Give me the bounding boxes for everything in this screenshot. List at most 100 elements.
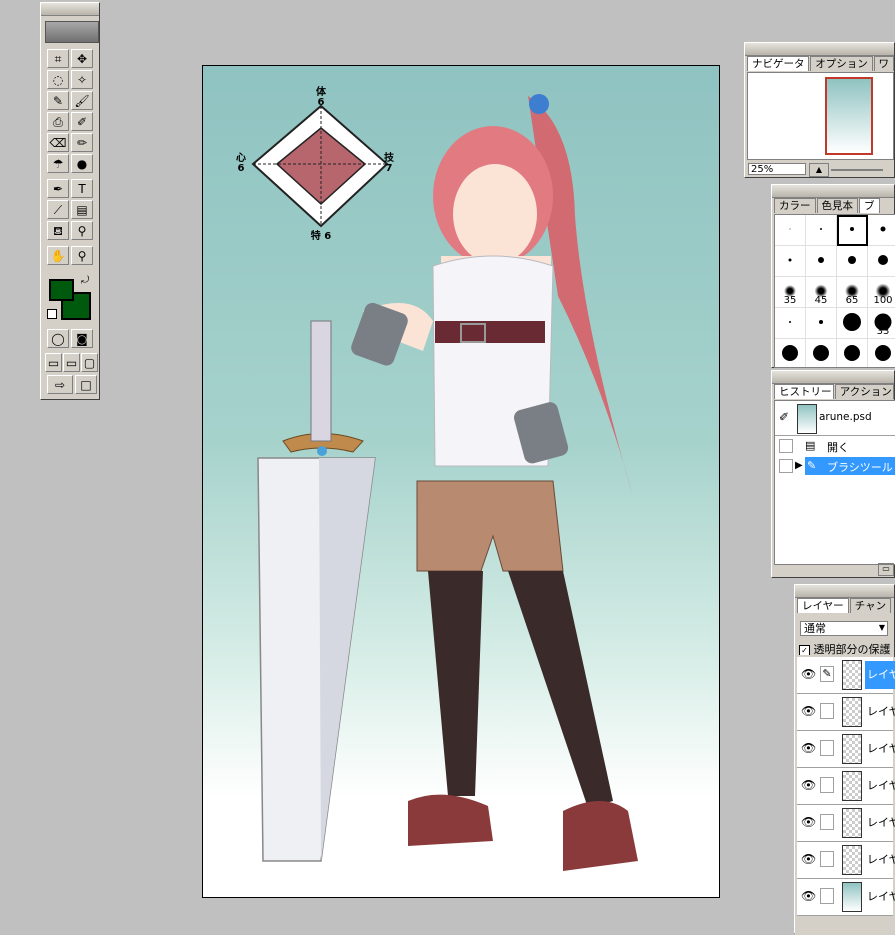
brush-preset[interactable] bbox=[775, 308, 806, 339]
layer-row[interactable]: 👁 レイヤ bbox=[797, 768, 895, 805]
brush-preset[interactable] bbox=[868, 339, 895, 367]
tab-actions[interactable]: アクション bbox=[834, 384, 894, 399]
default-colors-icon[interactable] bbox=[47, 309, 57, 319]
preserve-transparency-row[interactable]: ✓ 透明部分の保護 bbox=[799, 641, 895, 655]
zoom-slider[interactable] bbox=[831, 169, 883, 171]
hand-icon[interactable]: ✋ bbox=[47, 246, 69, 265]
brush-preset[interactable] bbox=[775, 215, 806, 246]
tab-history[interactable]: ヒストリー bbox=[774, 384, 834, 399]
brush-preset[interactable]: 33 bbox=[868, 308, 895, 339]
pencil-icon[interactable]: ✏ bbox=[71, 133, 93, 152]
tab-info[interactable]: ワ bbox=[873, 56, 894, 71]
screen-mode-standard-icon[interactable]: ▭ bbox=[45, 353, 62, 372]
layer-row[interactable]: 👁 ✎ レイヤ bbox=[797, 657, 895, 694]
layer-row[interactable]: 👁 レイヤ bbox=[797, 805, 895, 842]
gradient-icon[interactable]: ▤ bbox=[71, 200, 93, 219]
brush-preset[interactable] bbox=[868, 215, 895, 246]
zoom-icon[interactable]: ⚲ bbox=[71, 246, 93, 265]
brush-preset[interactable] bbox=[806, 246, 837, 277]
layer-link-box[interactable] bbox=[820, 851, 834, 867]
eye-visibility-icon[interactable]: 👁 bbox=[801, 741, 816, 755]
burn-icon[interactable]: ● bbox=[71, 154, 93, 173]
layer-link-box[interactable] bbox=[820, 777, 834, 793]
history-bottom-button[interactable]: ▭ bbox=[878, 563, 894, 576]
eye-visibility-icon[interactable]: 👁 bbox=[801, 704, 816, 718]
eye-visibility-icon[interactable]: 👁 bbox=[801, 778, 816, 792]
layer-row[interactable]: 👁 レイヤ bbox=[797, 879, 895, 916]
tab-options[interactable]: オプション bbox=[810, 56, 873, 71]
brush-preset[interactable] bbox=[775, 246, 806, 277]
toolbox-titlebar[interactable] bbox=[41, 3, 99, 16]
history-item-open[interactable]: ▤ 開く bbox=[775, 437, 895, 455]
brush-preset[interactable]: 100 bbox=[868, 277, 895, 308]
lasso-icon[interactable]: ◌ bbox=[47, 70, 69, 89]
eraser-icon[interactable]: ⌫ bbox=[47, 133, 69, 152]
quickmask-mode-icon[interactable]: ◙ bbox=[71, 329, 93, 348]
brush-preset[interactable] bbox=[806, 215, 837, 246]
layer-row[interactable]: 👁 レイヤ bbox=[797, 842, 895, 879]
brush-preset[interactable]: 35 bbox=[775, 277, 806, 308]
magic-wand-icon[interactable]: ✧ bbox=[71, 70, 93, 89]
pen-icon[interactable]: ✒ bbox=[47, 179, 69, 198]
brush-preset[interactable] bbox=[806, 308, 837, 339]
eyedropper-icon[interactable]: ⚲ bbox=[71, 221, 93, 240]
preserve-transparency-checkbox[interactable]: ✓ bbox=[799, 644, 810, 655]
swap-colors-icon[interactable]: ⤾ bbox=[81, 275, 89, 286]
eye-visibility-icon[interactable]: 👁 bbox=[801, 667, 816, 681]
paintbrush-icon[interactable]: 🖌 bbox=[71, 91, 93, 110]
document-canvas[interactable]: 体 6 心 6 技 7 特 6 bbox=[202, 65, 720, 898]
navigator-thumbnail[interactable] bbox=[825, 77, 873, 155]
tab-channels[interactable]: チャン bbox=[849, 598, 892, 613]
layer-link-box[interactable] bbox=[820, 814, 834, 830]
move-icon[interactable]: ✥ bbox=[71, 49, 93, 68]
history-source-checkbox[interactable] bbox=[779, 459, 793, 473]
brush-preset[interactable] bbox=[837, 215, 868, 246]
screen-mode-full-icon[interactable]: ▢ bbox=[81, 353, 98, 372]
navigator-titlebar[interactable] bbox=[745, 43, 894, 56]
history-item-brush[interactable]: ▶ ✎ ブラシツール bbox=[775, 457, 895, 475]
navigator-zoom-field[interactable]: 25% bbox=[748, 163, 806, 175]
eye-visibility-icon[interactable]: 👁 bbox=[801, 889, 816, 903]
brush-link-icon[interactable]: ✎ bbox=[820, 666, 834, 682]
tab-swatches[interactable]: 色見本 bbox=[816, 198, 858, 213]
layer-row[interactable]: 👁 レイヤ bbox=[797, 731, 895, 768]
brush-preset[interactable] bbox=[837, 246, 868, 277]
layer-link-box[interactable] bbox=[820, 740, 834, 756]
brush-preset[interactable]: 65 bbox=[837, 277, 868, 308]
blur-icon[interactable]: ☂ bbox=[47, 154, 69, 173]
brush-preset[interactable] bbox=[837, 308, 868, 339]
history-brush-icon[interactable]: ✐ bbox=[71, 112, 93, 131]
brush-preset[interactable] bbox=[868, 246, 895, 277]
crop-icon[interactable]: ⌗ bbox=[47, 49, 69, 68]
brushes-titlebar[interactable] bbox=[772, 185, 894, 198]
layer-link-box[interactable] bbox=[820, 888, 834, 904]
airbrush-icon[interactable]: ✎ bbox=[47, 91, 69, 110]
history-snapshot[interactable]: ✐ arune.psd bbox=[775, 401, 895, 436]
brush-preset[interactable] bbox=[837, 339, 868, 367]
zoom-out-icon[interactable]: ▲ bbox=[809, 163, 829, 177]
layers-titlebar[interactable] bbox=[795, 585, 894, 598]
brush-preset[interactable]: 45 bbox=[806, 277, 837, 308]
history-titlebar[interactable] bbox=[772, 371, 894, 384]
jump-to-imageready-icon[interactable]: ⇨ bbox=[47, 375, 73, 394]
history-brush-icon[interactable]: ✐ bbox=[779, 410, 789, 424]
brush-preset[interactable] bbox=[775, 339, 806, 367]
rubber-stamp-icon[interactable]: ⎙ bbox=[47, 112, 69, 131]
paint-bucket-icon[interactable]: ⛾ bbox=[47, 221, 69, 240]
measure-icon[interactable]: ⟋ bbox=[47, 200, 69, 219]
standard-mode-icon[interactable]: ◯ bbox=[47, 329, 69, 348]
brush-preset[interactable] bbox=[806, 339, 837, 367]
type-icon[interactable]: T bbox=[71, 179, 93, 198]
tab-layers[interactable]: レイヤー bbox=[797, 598, 849, 613]
imageready-box-icon[interactable]: □ bbox=[75, 375, 97, 394]
tab-brushes[interactable]: ブ bbox=[859, 198, 880, 213]
blend-mode-select[interactable]: 通常 ▼ bbox=[800, 621, 888, 636]
eye-visibility-icon[interactable]: 👁 bbox=[801, 815, 816, 829]
layer-row[interactable]: 👁 レイヤ bbox=[797, 694, 895, 731]
foreground-color-swatch[interactable] bbox=[49, 279, 74, 301]
eye-visibility-icon[interactable]: 👁 bbox=[801, 852, 816, 866]
navigator-preview-area[interactable] bbox=[747, 72, 894, 160]
layer-link-box[interactable] bbox=[820, 703, 834, 719]
screen-mode-menu-icon[interactable]: ▭ bbox=[63, 353, 80, 372]
history-source-checkbox[interactable] bbox=[779, 439, 793, 453]
